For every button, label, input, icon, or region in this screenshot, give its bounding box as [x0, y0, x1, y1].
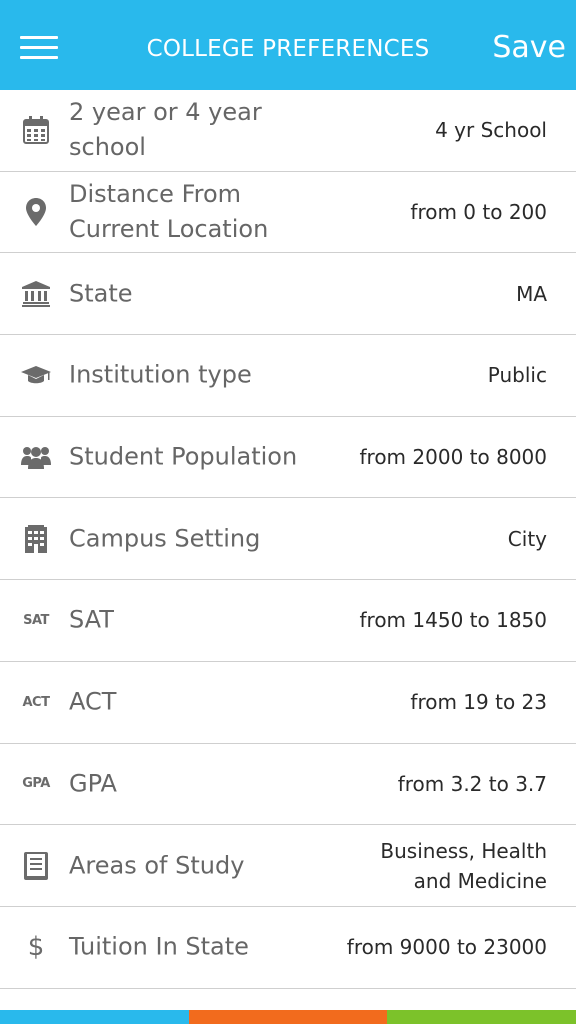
preference-row-tuition[interactable]: $ Tuition In State from 9000 to 23000: [0, 907, 576, 989]
row-value: City: [507, 526, 547, 551]
row-value: from 19 to 23: [410, 690, 547, 715]
bottom-bar-segment-green: [387, 1010, 576, 1024]
page-title: COLLEGE PREFERENCES: [146, 36, 430, 62]
gpa-icon: GPA: [22, 776, 50, 792]
preference-row-campus-setting[interactable]: Campus Setting City: [0, 498, 576, 581]
preference-row-state[interactable]: State MA: [0, 253, 576, 336]
preference-row-gpa[interactable]: GPA GPA from 3.2 to 3.7: [0, 744, 576, 826]
preference-row-school-length[interactable]: 2 year or 4 year school 4 yr School: [0, 90, 576, 172]
row-value: from 9000 to 23000: [346, 935, 547, 960]
preference-row-areas-of-study[interactable]: Areas of Study Business, Health and Medi…: [0, 825, 576, 907]
row-label: Student Population: [69, 442, 298, 471]
row-value: Business, Health and Medicine: [380, 838, 547, 893]
preference-row-act[interactable]: ACT ACT from 19 to 23: [0, 662, 576, 744]
act-icon: ACT: [22, 694, 50, 710]
row-label: Campus Setting: [69, 524, 261, 553]
row-label: Areas of Study: [69, 851, 245, 880]
row-label: Distance From Current Location: [69, 180, 269, 244]
bank-icon: [18, 279, 54, 309]
row-label: 2 year or 4 year school: [69, 98, 262, 162]
bottom-bar-segment-blue: [0, 1010, 189, 1024]
preference-row-student-population[interactable]: Student Population from 2000 to 8000: [0, 417, 576, 499]
calendar-icon: [18, 115, 54, 145]
dollar-icon: $: [27, 932, 45, 963]
app-header: COLLEGE PREFERENCES Save: [0, 0, 576, 90]
row-value: from 3.2 to 3.7: [397, 771, 547, 796]
row-label: SAT: [69, 605, 114, 634]
row-label: State: [69, 279, 133, 308]
location-pin-icon: [18, 197, 54, 227]
row-label: Institution type: [69, 360, 252, 389]
preference-row-institution-type[interactable]: Institution type Public: [0, 335, 576, 417]
preference-row-sat[interactable]: SAT SAT from 1450 to 1850: [0, 580, 576, 662]
graduation-cap-icon: [18, 360, 54, 390]
row-value: Public: [487, 363, 547, 388]
bottom-color-bar: [0, 1010, 576, 1024]
row-value: from 2000 to 8000: [359, 445, 548, 470]
row-label: GPA: [69, 769, 117, 798]
row-label: Tuition In State: [69, 932, 249, 961]
row-value: from 0 to 200: [410, 200, 547, 225]
book-icon: [18, 851, 54, 881]
preference-row-distance[interactable]: Distance From Current Location from 0 to…: [0, 172, 576, 254]
row-value: MA: [516, 281, 547, 306]
bottom-bar-segment-orange: [189, 1010, 387, 1024]
sat-icon: SAT: [23, 612, 49, 628]
users-icon: [18, 442, 54, 472]
row-value: 4 yr School: [435, 118, 547, 143]
row-value: from 1450 to 1850: [359, 608, 548, 633]
building-icon: [18, 524, 54, 554]
save-button[interactable]: Save: [492, 30, 566, 65]
row-label: ACT: [69, 687, 117, 716]
preferences-list: 2 year or 4 year school 4 yr School Dist…: [0, 90, 576, 989]
